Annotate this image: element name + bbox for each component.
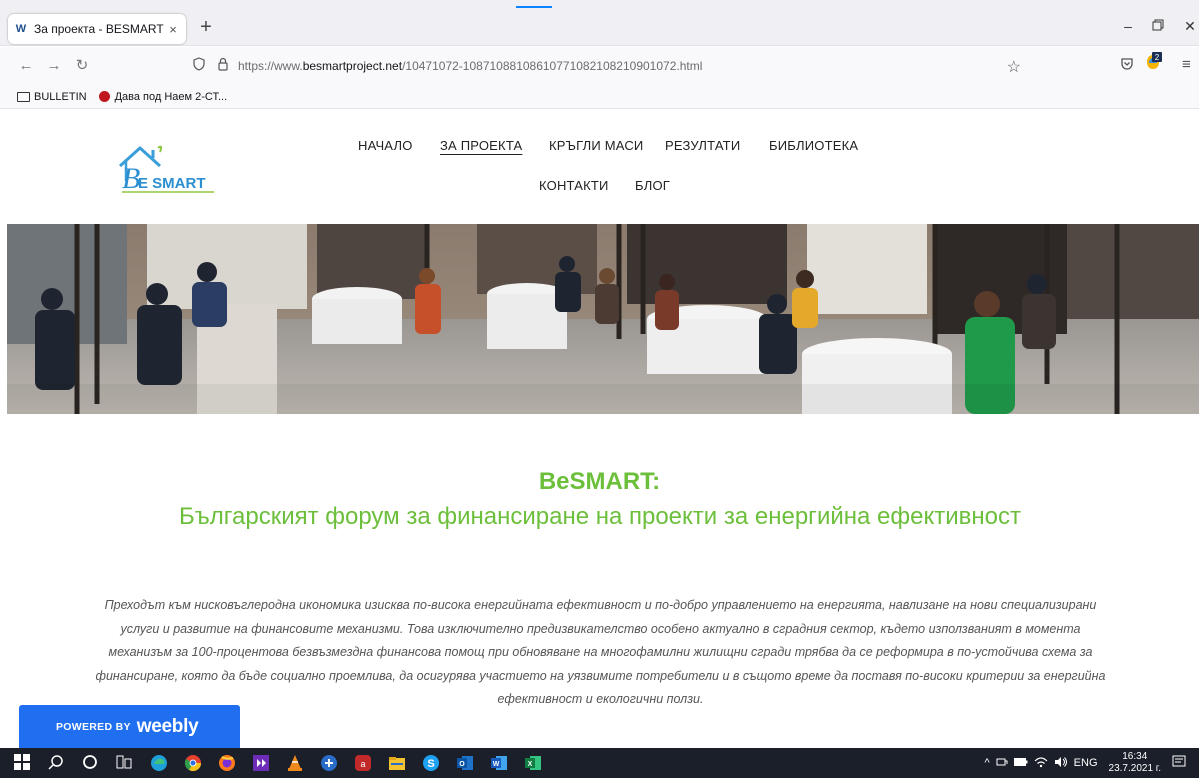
minimize-icon[interactable]: – <box>1116 16 1140 36</box>
page-heading: BeSMART: <box>538 468 661 495</box>
besmart-logo[interactable]: B E SMART <box>116 136 216 198</box>
media-player-icon[interactable] <box>252 754 270 772</box>
search-icon[interactable] <box>48 754 66 772</box>
nav-results[interactable]: РЕЗУЛТАТИ <box>665 138 740 153</box>
browser-tab-strip: W За проекта - BESMART PROJEC × + – ✕ <box>0 0 1199 46</box>
weebly-badge[interactable]: POWERED BY weebly <box>19 705 240 748</box>
tab-title: За проекта - BESMART PROJEC <box>34 22 166 36</box>
back-icon[interactable]: ← <box>16 56 36 76</box>
close-window-icon[interactable]: ✕ <box>1178 16 1199 36</box>
url-prefix: https://www. <box>238 59 303 73</box>
new-tab-button[interactable]: + <box>194 16 218 40</box>
pocket-icon[interactable] <box>1120 57 1134 74</box>
bookmark-bulletin[interactable]: BULLETIN <box>17 91 87 103</box>
conference-photo-banner <box>7 224 1199 414</box>
volume-icon[interactable] <box>1054 756 1068 771</box>
nav-round-tables[interactable]: КРЪГЛИ МАСИ <box>549 138 643 153</box>
tab-indicator <box>516 6 552 8</box>
language-indicator[interactable]: ENG <box>1074 757 1098 769</box>
system-tray: ^ ENG 16:34 23.7.2021 г. <box>982 750 1190 776</box>
nav-library[interactable]: БИБЛИОТЕКА <box>769 138 858 153</box>
powered-by-label: POWERED BY <box>56 720 131 733</box>
bookmarks-bar: BULLETIN Дава под Наем 2-СТ... <box>0 85 1199 109</box>
restore-icon[interactable] <box>1146 16 1170 36</box>
nav-contacts[interactable]: КОНТАКТИ <box>539 178 609 193</box>
intro-paragraph: Преходът към нисковъглеродна икономика и… <box>95 598 1106 706</box>
bookmark-rental[interactable]: Дава под Наем 2-СТ... <box>98 90 228 103</box>
site-favicon-icon <box>98 91 110 102</box>
battery-icon[interactable] <box>1013 757 1028 770</box>
outlook-icon[interactable]: O <box>456 754 474 772</box>
skype-icon[interactable]: S <box>422 754 440 772</box>
word-icon[interactable]: W <box>490 754 508 772</box>
svg-text:S: S <box>427 758 434 770</box>
firefox-icon[interactable] <box>218 754 236 772</box>
wifi-icon[interactable] <box>1034 756 1048 771</box>
weebly-favicon-icon: W <box>15 23 27 35</box>
url-domain: besmartproject.net <box>302 59 403 73</box>
tab-close-icon[interactable]: × <box>166 22 180 37</box>
svg-text:O: O <box>459 761 465 768</box>
address-bar[interactable]: https://www.besmartproject.net/10471072-… <box>190 52 1035 80</box>
svg-text:W: W <box>493 761 500 768</box>
bookmark-star-icon[interactable]: ☆ <box>1007 57 1021 77</box>
page-subheading: Българският форум за финансиране на прое… <box>179 503 1021 530</box>
notifications-icon[interactable] <box>1172 755 1186 772</box>
reload-icon[interactable]: ↻ <box>72 56 92 76</box>
lock-icon[interactable] <box>214 57 232 75</box>
extension-icon[interactable]: 2 <box>1144 52 1162 72</box>
forward-icon[interactable]: → <box>44 56 64 76</box>
logo-text: E SMART <box>138 175 206 192</box>
web-page: B E SMART НАЧАЛО ЗА ПРОЕКТА КРЪГЛИ МАСИ … <box>0 110 1199 748</box>
excel-icon[interactable]: X <box>524 754 542 772</box>
app-icon[interactable] <box>320 754 338 772</box>
clock-time: 16:34 <box>1122 751 1148 762</box>
bookmark-label: BULLETIN <box>34 90 87 103</box>
extension-badge: 2 <box>1155 53 1160 62</box>
bookmark-label: Дава под Наем 2-СТ... <box>114 90 228 103</box>
svg-text:a: a <box>360 759 365 769</box>
file-explorer-icon[interactable] <box>388 754 406 772</box>
windows-taskbar: a S O W X ^ ENG 16:34 23.7.2021 г. <box>0 748 1199 778</box>
url-text: https://www.besmartproject.net/10471072-… <box>238 59 702 73</box>
browser-nav-bar: ← → ↻ https://www.besmartproject.net/104… <box>0 47 1199 85</box>
chrome-icon[interactable] <box>184 754 202 772</box>
svg-text:X: X <box>528 761 533 768</box>
task-view-icon[interactable] <box>116 754 134 772</box>
cortana-icon[interactable] <box>82 754 100 772</box>
menu-icon[interactable]: ≡ <box>1182 56 1191 73</box>
shield-icon[interactable] <box>190 57 208 75</box>
clock-date: 23.7.2021 г. <box>1108 763 1161 774</box>
browser-tab[interactable]: W За проекта - BESMART PROJEC × <box>8 14 186 44</box>
vlc-icon[interactable] <box>286 754 304 772</box>
folder-icon <box>17 91 30 102</box>
weebly-brand: weebly <box>136 715 199 737</box>
nav-blog[interactable]: БЛОГ <box>635 178 670 193</box>
windows-start-icon[interactable] <box>14 754 32 772</box>
viber-icon[interactable]: a <box>354 754 372 772</box>
nav-home[interactable]: НАЧАЛО <box>358 138 413 153</box>
edge-icon[interactable] <box>150 754 168 772</box>
url-path: /10471072-108710881086107710821082109010… <box>402 59 703 73</box>
show-hidden-icons-icon[interactable]: ^ <box>985 757 990 769</box>
nav-about-project[interactable]: ЗА ПРОЕКТА <box>440 138 522 153</box>
clock[interactable]: 16:34 23.7.2021 г. <box>1109 751 1161 775</box>
network-icon[interactable] <box>996 756 1008 771</box>
